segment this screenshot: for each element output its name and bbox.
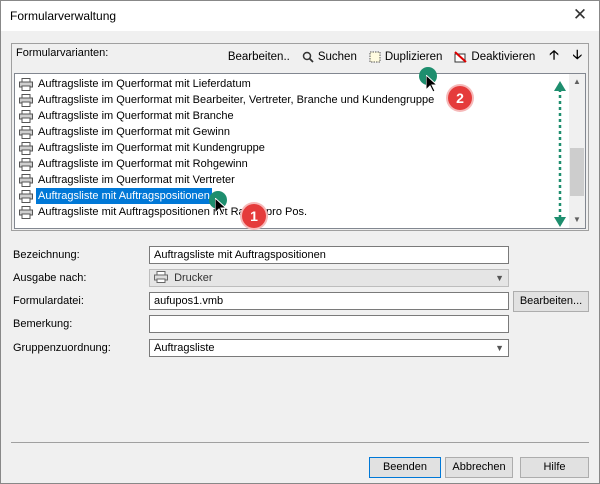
- chevron-down-icon: ▼: [495, 273, 504, 283]
- output-value: Drucker: [174, 272, 213, 284]
- printer-icon: [19, 189, 33, 203]
- list-item-label: Auftragsliste im Querformat mit Gewinn: [38, 126, 230, 138]
- duplicate-label: Duplizieren: [384, 51, 443, 63]
- form-variants-label: Formularvarianten:: [16, 47, 109, 59]
- output-label: Ausgabe nach:: [13, 272, 87, 284]
- title-bar: Formularverwaltung ✕: [1, 1, 599, 31]
- step-badge-1: 1: [242, 204, 266, 228]
- designation-field[interactable]: Auftragsliste mit Auftragspositionen: [149, 246, 509, 264]
- scroll-down-icon[interactable]: ▼: [569, 212, 585, 228]
- file-label: Formulardatei:: [13, 295, 84, 307]
- deactivate-label: Deaktivieren: [471, 51, 536, 63]
- list-item[interactable]: Auftragsliste im Querformat mit Kundengr…: [15, 140, 571, 156]
- search-button[interactable]: Suchen: [302, 51, 357, 63]
- step-badge-2: 2: [448, 86, 472, 110]
- list-item-label: Auftragsliste mit Auftragspositionen: [35, 187, 213, 205]
- printer-icon: [19, 93, 33, 107]
- edit-button[interactable]: Bearbeiten..: [228, 51, 290, 63]
- list-item[interactable]: Auftragsliste im Querformat mit Gewinn: [15, 124, 571, 140]
- window-title: Formularverwaltung: [10, 9, 117, 23]
- remark-field[interactable]: [149, 315, 509, 333]
- list-item-label: Auftragsliste im Querformat mit Bearbeit…: [38, 94, 435, 106]
- list-item[interactable]: Auftragsliste im Querformat mit Vertrete…: [15, 172, 571, 188]
- scroll-indicator-arrow: [554, 81, 566, 227]
- list-item[interactable]: Auftragsliste mit Auftragspositionen: [15, 187, 571, 205]
- form-variants-group: Formularvarianten: Bearbeiten.. Suchen D…: [11, 43, 589, 231]
- remark-label: Bemerkung:: [13, 318, 73, 330]
- finish-button[interactable]: Beenden: [369, 457, 441, 478]
- duplicate-button[interactable]: Duplizieren: [369, 51, 443, 63]
- form-variants-list[interactable]: Auftragsliste im Querformat mit Lieferda…: [14, 73, 586, 229]
- toolbar: Bearbeiten.. Suchen Duplizieren Deaktivi…: [216, 47, 582, 67]
- printer-icon: [19, 125, 33, 139]
- list-item-label: Auftragsliste im Querformat mit Lieferda…: [38, 78, 251, 90]
- edit-file-button[interactable]: Bearbeiten...: [513, 291, 589, 312]
- scroll-up-icon[interactable]: ▲: [569, 74, 585, 90]
- printer-icon: [19, 173, 33, 187]
- list-item[interactable]: Auftragsliste mit Auftragspositionen mit…: [15, 204, 571, 220]
- list-item-label: Auftragsliste im Querformat mit Rohgewin…: [38, 158, 248, 170]
- printer-icon: [19, 109, 33, 123]
- list-item-label: Auftragsliste im Querformat mit Vertrete…: [38, 174, 235, 186]
- move-down-icon[interactable]: 🡣: [573, 46, 582, 68]
- close-icon[interactable]: ✕: [571, 5, 589, 25]
- search-icon: [302, 51, 314, 63]
- list-rows: Auftragsliste im Querformat mit Lieferda…: [15, 76, 571, 220]
- dialog-window: Formularverwaltung ✕ Formularvarianten: …: [0, 0, 600, 484]
- duplicate-icon: [369, 51, 381, 63]
- chevron-down-icon: ▼: [495, 343, 504, 353]
- move-up-icon[interactable]: 🡡: [549, 46, 558, 68]
- printer-icon: [154, 271, 168, 283]
- deactivate-icon: [454, 51, 468, 63]
- printer-icon: [19, 77, 33, 91]
- printer-icon: [19, 205, 33, 219]
- edit-label: Bearbeiten..: [227, 51, 290, 63]
- form-file-field[interactable]: aufupos1.vmb: [149, 292, 509, 310]
- group-assignment-select[interactable]: Auftragsliste ▼: [149, 339, 509, 357]
- scroll-thumb[interactable]: [570, 148, 584, 196]
- list-item[interactable]: Auftragsliste im Querformat mit Bearbeit…: [15, 92, 571, 108]
- printer-icon: [19, 157, 33, 171]
- mouse-cursor-icon: [426, 75, 438, 93]
- list-item-label: Auftragsliste im Querformat mit Branche: [38, 110, 234, 122]
- cancel-button[interactable]: Abbrechen: [445, 457, 513, 478]
- group-assignment-label: Gruppenzuordnung:: [13, 342, 111, 354]
- list-item[interactable]: Auftragsliste im Querformat mit Branche: [15, 108, 571, 124]
- group-assignment-value: Auftragsliste: [154, 342, 215, 354]
- list-item[interactable]: Auftragsliste im Querformat mit Lieferda…: [15, 76, 571, 92]
- deactivate-button[interactable]: Deaktivieren: [454, 51, 535, 63]
- designation-label: Bezeichnung:: [13, 249, 80, 261]
- list-item-label: Auftragsliste im Querformat mit Kundengr…: [38, 142, 265, 154]
- output-select[interactable]: Drucker ▼: [149, 269, 509, 287]
- mouse-cursor-icon: [215, 198, 227, 216]
- list-item-label: Auftragsliste mit Auftragspositionen mit…: [38, 206, 308, 218]
- search-label: Suchen: [317, 51, 357, 63]
- printer-icon: [19, 141, 33, 155]
- help-button[interactable]: Hilfe: [520, 457, 589, 478]
- list-item[interactable]: Auftragsliste im Querformat mit Rohgewin…: [15, 156, 571, 172]
- list-scrollbar[interactable]: ▲ ▼: [569, 74, 585, 228]
- divider: [11, 442, 589, 443]
